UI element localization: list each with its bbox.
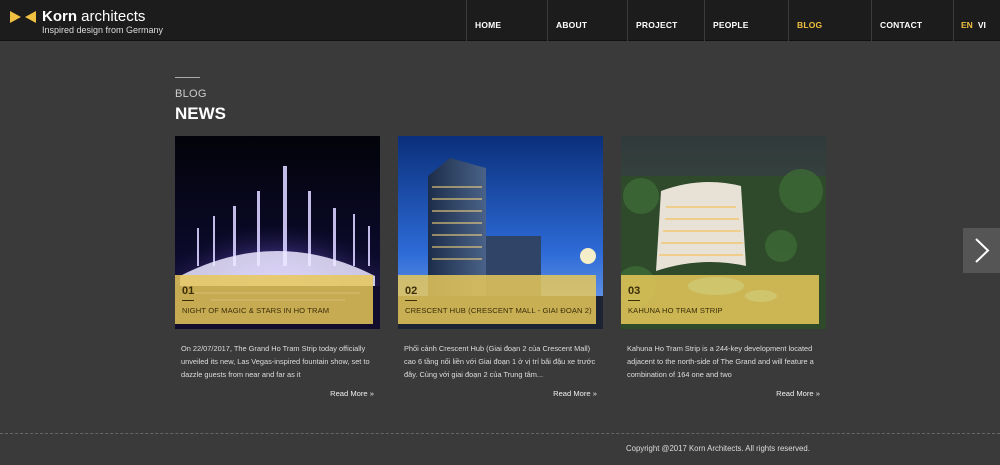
- section-divider: [175, 77, 200, 78]
- post-number-divider: [405, 300, 417, 301]
- post-title[interactable]: CRESCENT HUB (CRESCENT MALL - GIAI ĐOẠN …: [405, 306, 592, 315]
- footer-divider: [0, 433, 1000, 434]
- post-number: 02: [405, 285, 418, 297]
- post-caption-band: 01 NIGHT OF MAGIC & STARS IN HO TRAM: [175, 275, 373, 324]
- tower-photo[interactable]: 02 CRESCENT HUB (CRESCENT MALL - GIAI ĐO…: [398, 136, 603, 329]
- post-title[interactable]: NIGHT OF MAGIC & STARS IN HO TRAM: [182, 306, 329, 315]
- read-more-link[interactable]: Read More »: [330, 389, 374, 398]
- nav-people[interactable]: PEOPLE: [704, 0, 788, 41]
- post-excerpt: Phối cảnh Crescent Hub (Giai đoạn 2 của …: [404, 344, 596, 380]
- post-title[interactable]: KAHUNA HO TRAM STRIP: [628, 306, 723, 315]
- post-caption-band: 03 KAHUNA HO TRAM STRIP: [621, 275, 819, 324]
- post-excerpt: Kahuna Ho Tram Strip is a 244-key develo…: [627, 344, 814, 380]
- lang-en[interactable]: EN: [961, 20, 973, 30]
- chevron-right-icon: [975, 238, 990, 263]
- post-card: 01 NIGHT OF MAGIC & STARS IN HO TRAM On …: [175, 136, 380, 398]
- brand-name: Korn architects: [42, 8, 146, 25]
- language-switcher: EN VI: [953, 0, 991, 41]
- fountain-photo[interactable]: 01 NIGHT OF MAGIC & STARS IN HO TRAM: [175, 136, 380, 329]
- page-title: NEWS: [175, 104, 226, 123]
- post-number: 03: [628, 285, 641, 297]
- post-number-divider: [182, 300, 194, 301]
- resort-photo[interactable]: 03 KAHUNA HO TRAM STRIP: [621, 136, 826, 329]
- korn-logo-icon: [10, 11, 36, 23]
- nav-project[interactable]: PROJECT: [627, 0, 704, 41]
- read-more-link[interactable]: Read More »: [776, 389, 820, 398]
- post-number-divider: [628, 300, 640, 301]
- post-caption-band: 02 CRESCENT HUB (CRESCENT MALL - GIAI ĐO…: [398, 275, 596, 324]
- read-more-link[interactable]: Read More »: [553, 389, 597, 398]
- main-nav: HOME ABOUT PROJECT PEOPLE BLOG CONTACT: [466, 0, 953, 41]
- post-card: 02 CRESCENT HUB (CRESCENT MALL - GIAI ĐO…: [398, 136, 603, 398]
- brand-tagline: Inspired design from Germany: [42, 25, 164, 35]
- footer-copyright: Copyright @2017 Korn Architects. All rig…: [626, 444, 810, 453]
- lang-vi[interactable]: VI: [978, 20, 986, 30]
- post-excerpt: On 22/07/2017, The Grand Ho Tram Strip t…: [181, 344, 370, 380]
- nav-contact[interactable]: CONTACT: [871, 0, 953, 41]
- carousel-next-button[interactable]: [963, 228, 1000, 273]
- nav-home[interactable]: HOME: [466, 0, 547, 41]
- post-card: 03 KAHUNA HO TRAM STRIP Kahuna Ho Tram S…: [621, 136, 826, 398]
- nav-about[interactable]: ABOUT: [547, 0, 627, 41]
- nav-blog[interactable]: BLOG: [788, 0, 871, 41]
- section-kicker: BLOG: [175, 88, 207, 100]
- post-number: 01: [182, 285, 195, 297]
- top-navigation-bar: Korn architects Inspired design from Ger…: [0, 0, 1000, 41]
- brand-logo[interactable]: Korn architects Inspired design from Ger…: [10, 7, 180, 37]
